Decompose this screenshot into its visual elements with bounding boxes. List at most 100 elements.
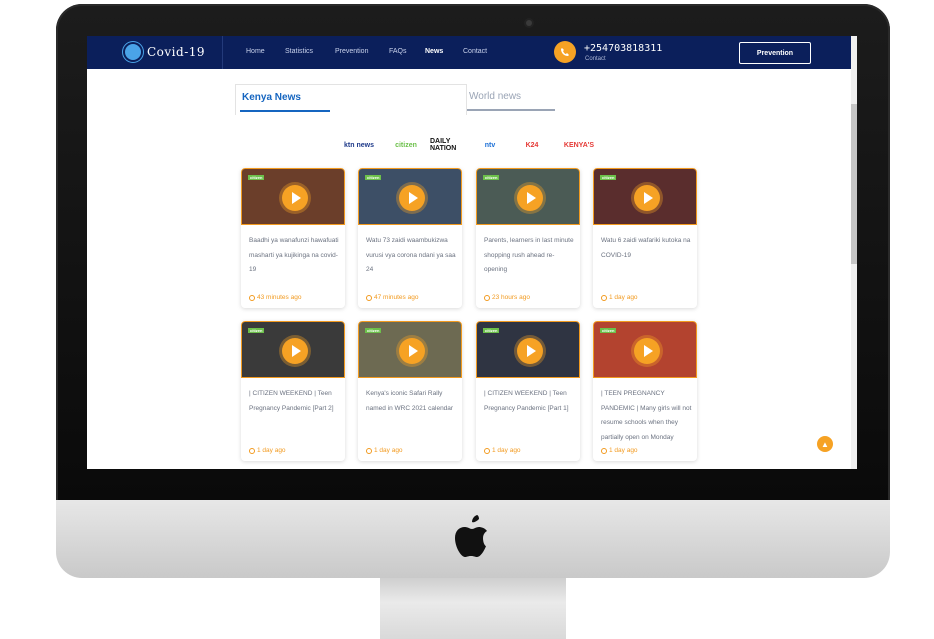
- phone-icon: [561, 48, 569, 56]
- video-thumbnail[interactable]: citizen: [476, 321, 580, 378]
- channel-badge: citizen: [600, 328, 617, 333]
- channel-badge: citizen: [600, 175, 617, 180]
- card-title[interactable]: Parents, learners in last minute shoppin…: [484, 234, 576, 278]
- card-title[interactable]: | CITIZEN WEEKEND | Teen Pregnancy Pande…: [249, 387, 341, 416]
- card-timestamp: 1 day ago: [601, 294, 638, 301]
- card-timestamp: 43 minutes ago: [249, 294, 301, 301]
- card-timestamp: 1 day ago: [249, 447, 286, 454]
- clock-icon: [484, 447, 490, 454]
- apple-logo-icon: [455, 515, 487, 557]
- news-card[interactable]: citizen Parents, learners in last minute …: [476, 168, 580, 308]
- nav-news[interactable]: News: [425, 48, 443, 55]
- navbar: Covid-19 Home Statistics Prevention FAQs…: [87, 36, 851, 69]
- video-thumbnail[interactable]: citizen: [593, 321, 697, 378]
- card-title[interactable]: Watu 6 zaidi wafariki kutoka na COVID-19: [601, 234, 693, 263]
- news-tabs: Kenya News World news: [235, 84, 685, 115]
- media-logo[interactable]: DAILY NATION: [430, 137, 470, 153]
- time-text: 23 hours ago: [492, 294, 530, 301]
- media-logo[interactable]: ktn news: [342, 137, 376, 153]
- time-text: 1 day ago: [609, 447, 638, 454]
- nav-divider: [222, 36, 223, 69]
- prevention-button[interactable]: Prevention: [739, 42, 811, 64]
- video-thumbnail[interactable]: citizen: [241, 321, 345, 378]
- tab-underline: [240, 110, 330, 112]
- card-timestamp: 1 day ago: [601, 447, 638, 454]
- video-thumbnail[interactable]: citizen: [476, 168, 580, 225]
- play-icon[interactable]: [634, 338, 660, 364]
- video-thumbnail[interactable]: citizen: [593, 168, 697, 225]
- media-logo[interactable]: KENYA'S: [561, 137, 597, 153]
- time-text: 1 day ago: [492, 447, 521, 454]
- clock-icon: [601, 294, 607, 301]
- media-logo[interactable]: ntv: [479, 137, 501, 153]
- nav-contact[interactable]: Contact: [463, 48, 487, 55]
- news-card[interactable]: citizen Kenya's iconic Safari Rally named…: [358, 321, 462, 461]
- back-to-top-button[interactable]: ▲: [817, 436, 833, 452]
- news-card[interactable]: citizen Watu 73 zaidi waambukizwa vurusi …: [358, 168, 462, 308]
- phone-number[interactable]: +254703818311: [584, 43, 662, 54]
- play-icon[interactable]: [517, 338, 543, 364]
- channel-badge: citizen: [483, 175, 500, 180]
- brand-logo[interactable]: Covid-19: [125, 43, 205, 61]
- card-timestamp: 1 day ago: [484, 447, 521, 454]
- brand-name: Covid-19: [147, 45, 206, 59]
- time-text: 1 day ago: [609, 294, 638, 301]
- media-logo[interactable]: citizen: [389, 137, 423, 153]
- channel-badge: citizen: [365, 328, 382, 333]
- tab-world-label: World news: [469, 91, 522, 102]
- clock-icon: [601, 447, 607, 454]
- phone-label: Contact: [585, 56, 606, 62]
- video-thumbnail[interactable]: citizen: [358, 321, 462, 378]
- video-thumbnail[interactable]: citizen: [241, 168, 345, 225]
- phone-button[interactable]: [554, 41, 576, 63]
- news-card[interactable]: citizen | CITIZEN WEEKEND | Teen Pregnanc…: [241, 321, 345, 461]
- news-card[interactable]: citizen | TEEN PREGNANCY PANDEMIC | Many …: [593, 321, 697, 461]
- nav-statistics[interactable]: Statistics: [285, 48, 313, 55]
- play-icon[interactable]: [282, 338, 308, 364]
- tab-kenya-label: Kenya News: [242, 92, 301, 103]
- play-icon[interactable]: [517, 185, 543, 211]
- tab-kenya-news[interactable]: Kenya News: [235, 84, 467, 115]
- media-logo[interactable]: K24: [522, 137, 542, 153]
- nav-faqs[interactable]: FAQs: [389, 48, 407, 55]
- channel-badge: citizen: [365, 175, 382, 180]
- time-text: 47 minutes ago: [374, 294, 419, 301]
- card-title[interactable]: Watu 73 zaidi waambukizwa vurusi vya cor…: [366, 234, 458, 278]
- nav-home[interactable]: Home: [246, 48, 265, 55]
- time-text: 1 day ago: [257, 447, 286, 454]
- play-icon[interactable]: [399, 185, 425, 211]
- time-text: 1 day ago: [374, 447, 403, 454]
- card-timestamp: 1 day ago: [366, 447, 403, 454]
- clock-icon: [249, 294, 255, 301]
- play-icon[interactable]: [634, 185, 660, 211]
- time-text: 43 minutes ago: [257, 294, 302, 301]
- tab-underline: [467, 109, 555, 111]
- virus-icon: [125, 44, 141, 60]
- play-icon[interactable]: [282, 185, 308, 211]
- screen: Covid-19 Home Statistics Prevention FAQs…: [87, 36, 857, 469]
- video-thumbnail[interactable]: citizen: [358, 168, 462, 225]
- scrollbar-thumb[interactable]: [851, 104, 857, 264]
- clock-icon: [366, 447, 372, 454]
- nav-prevention[interactable]: Prevention: [335, 48, 368, 55]
- news-card[interactable]: citizen | CITIZEN WEEKEND | Teen Pregnanc…: [476, 321, 580, 461]
- card-title[interactable]: | CITIZEN WEEKEND | Teen Pregnancy Pande…: [484, 387, 576, 416]
- channel-badge: citizen: [248, 328, 265, 333]
- chevron-up-icon: ▲: [821, 439, 829, 449]
- clock-icon: [366, 294, 372, 301]
- channel-badge: citizen: [483, 328, 500, 333]
- clock-icon: [249, 447, 255, 454]
- monitor-stand: [380, 578, 566, 639]
- news-card[interactable]: citizen Watu 6 zaidi wafariki kutoka na C…: [593, 168, 697, 308]
- card-title[interactable]: | TEEN PREGNANCY PANDEMIC | Many girls w…: [601, 387, 693, 445]
- channel-badge: citizen: [248, 175, 265, 180]
- camera-icon: [526, 20, 532, 26]
- card-title[interactable]: Kenya's iconic Safari Rally named in WRC…: [366, 387, 458, 416]
- card-title[interactable]: Baadhi ya wanafunzi hawafuati masharti y…: [249, 234, 341, 278]
- news-card[interactable]: citizen Baadhi ya wanafunzi hawafuati mas…: [241, 168, 345, 308]
- card-timestamp: 23 hours ago: [484, 294, 530, 301]
- card-timestamp: 47 minutes ago: [366, 294, 418, 301]
- tab-world-news[interactable]: World news: [463, 84, 629, 114]
- clock-icon: [484, 294, 490, 301]
- play-icon[interactable]: [399, 338, 425, 364]
